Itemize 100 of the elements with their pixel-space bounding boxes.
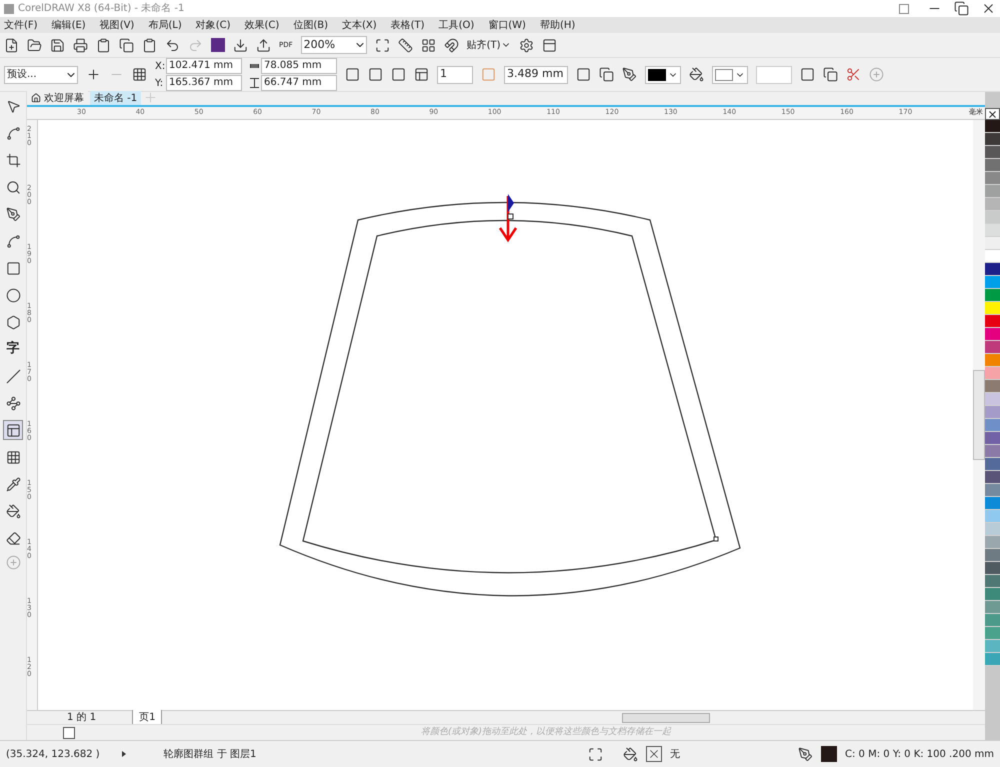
menu-item[interactable]: 工具(O) — [438, 18, 474, 32]
close-icon[interactable] — [981, 1, 996, 16]
export-icon[interactable] — [256, 38, 271, 52]
palette-swatch[interactable] — [985, 276, 1000, 289]
palette-swatch[interactable] — [985, 302, 1000, 315]
menu-item[interactable]: 表格(T) — [390, 18, 425, 32]
full-screen-icon[interactable] — [374, 38, 390, 52]
account-icon[interactable] — [899, 4, 909, 14]
height-field[interactable]: 66.747 mm — [261, 75, 337, 91]
open-folder-icon[interactable] — [27, 38, 42, 52]
menu-item[interactable]: 文件(F) — [4, 18, 38, 32]
copy-icon[interactable] — [119, 38, 134, 52]
preset-dropdown[interactable]: 预设... — [4, 66, 78, 84]
add-preset-icon[interactable] — [86, 67, 101, 82]
palette-swatch[interactable] — [985, 159, 1000, 172]
palette-swatch[interactable] — [985, 146, 1000, 159]
offset-spinbox[interactable]: 3.489 mm — [504, 66, 568, 84]
new-document-icon[interactable] — [4, 38, 19, 52]
steps-spinbox[interactable]: 1 — [437, 66, 473, 84]
palette-swatch[interactable] — [985, 133, 1000, 146]
menu-item[interactable]: 视图(V) — [100, 18, 134, 32]
menu-item[interactable]: 对象(C) — [196, 18, 231, 32]
palette-swatch[interactable] — [985, 627, 1000, 640]
menu-item[interactable]: 文本(X) — [342, 18, 377, 32]
palette-swatch[interactable] — [985, 185, 1000, 198]
menu-item[interactable]: 位图(B) — [293, 18, 328, 32]
menu-item[interactable]: 布局(L) — [148, 18, 182, 32]
menu-item[interactable]: 帮助(H) — [540, 18, 576, 32]
palette-swatch[interactable] — [985, 445, 1000, 458]
rulers-icon[interactable] — [398, 38, 413, 52]
fill-color-dropdown[interactable] — [712, 66, 748, 84]
document-tab[interactable]: 未命名 -1 — [90, 91, 142, 105]
palette-swatch[interactable] — [985, 237, 1000, 250]
expand-arrow-icon[interactable] — [122, 751, 126, 757]
page-tab[interactable]: 页1 — [132, 710, 162, 725]
palette-swatch[interactable] — [985, 432, 1000, 445]
palette-swatch[interactable] — [985, 172, 1000, 185]
palette-swatch[interactable] — [985, 315, 1000, 328]
menu-item[interactable]: 编辑(E) — [52, 18, 86, 32]
x-position-field[interactable]: 102.471 mm — [166, 58, 242, 74]
palette-swatch[interactable] — [985, 224, 1000, 237]
palette-swatch[interactable] — [985, 640, 1000, 653]
palette-swatch[interactable] — [985, 536, 1000, 549]
y-position-field[interactable]: 165.367 mm — [166, 75, 242, 91]
no-color-swatch[interactable] — [985, 108, 1000, 120]
palette-swatch[interactable] — [985, 575, 1000, 588]
palette-swatch[interactable] — [985, 263, 1000, 276]
palette-swatch[interactable] — [985, 354, 1000, 367]
palette-swatch[interactable] — [985, 614, 1000, 627]
contour-tool[interactable] — [3, 420, 23, 440]
snap-menu[interactable]: 贴齐(T) — [466, 38, 511, 52]
reference-point-icon[interactable] — [132, 67, 147, 82]
palette-swatch[interactable] — [985, 497, 1000, 510]
print-icon[interactable] — [73, 38, 88, 52]
palette-swatch[interactable] — [985, 562, 1000, 575]
palette-swatch[interactable] — [985, 523, 1000, 536]
outline-status-icon[interactable] — [798, 746, 814, 762]
palette-swatch[interactable] — [985, 198, 1000, 211]
palette-swatch[interactable] — [985, 458, 1000, 471]
palette-swatch[interactable] — [985, 653, 1000, 666]
palette-swatch[interactable] — [985, 120, 1000, 133]
palette-swatch[interactable] — [985, 419, 1000, 432]
palette-swatch[interactable] — [985, 328, 1000, 341]
save-icon[interactable] — [50, 38, 65, 52]
zoom-level-dropdown[interactable]: 200% — [300, 36, 367, 54]
palette-swatch[interactable] — [985, 588, 1000, 601]
width-field[interactable]: 78.085 mm — [261, 58, 337, 74]
undo-icon[interactable] — [165, 38, 180, 52]
palette-swatch[interactable] — [985, 393, 1000, 406]
palette-swatch[interactable] — [985, 549, 1000, 562]
palette-swatch[interactable] — [985, 406, 1000, 419]
menu-item[interactable]: 窗口(W) — [488, 18, 526, 32]
fill-icon[interactable] — [689, 67, 704, 82]
import-icon[interactable] — [233, 38, 248, 52]
vertical-scrollbar[interactable] — [973, 120, 985, 710]
paste-icon[interactable] — [142, 38, 157, 52]
palette-swatch[interactable] — [985, 289, 1000, 302]
restore-icon[interactable] — [954, 1, 969, 16]
menu-item[interactable]: 效果(C) — [244, 18, 280, 32]
outline-color-dropdown[interactable] — [645, 66, 681, 84]
palette-swatch[interactable] — [985, 367, 1000, 380]
no-fill-icon — [646, 746, 662, 762]
settings-icon[interactable] — [518, 38, 534, 52]
outline-pen-icon[interactable] — [622, 67, 637, 82]
document-tab[interactable]: 欢迎屏幕 — [27, 91, 88, 105]
palette-swatch[interactable] — [985, 471, 1000, 484]
fill-status-icon[interactable] — [623, 746, 638, 762]
node-handle[interactable] — [714, 536, 718, 542]
text-tool[interactable]: 字 — [3, 339, 23, 359]
grid-icon[interactable] — [420, 38, 436, 52]
horizontal-scrollbar[interactable] — [622, 712, 710, 722]
palette-swatch[interactable] — [985, 380, 1000, 393]
palette-swatch[interactable] — [985, 601, 1000, 614]
no-color-swatch[interactable] — [63, 726, 75, 738]
palette-swatch[interactable] — [985, 484, 1000, 497]
palette-swatch[interactable] — [985, 250, 1000, 263]
outline-status: C: 0 M: 0 Y: 0 K: 100 .200 mm — [845, 748, 994, 762]
palette-swatch[interactable] — [985, 341, 1000, 354]
launcher-icon[interactable] — [542, 38, 557, 52]
palette-swatch[interactable] — [985, 510, 1000, 523]
